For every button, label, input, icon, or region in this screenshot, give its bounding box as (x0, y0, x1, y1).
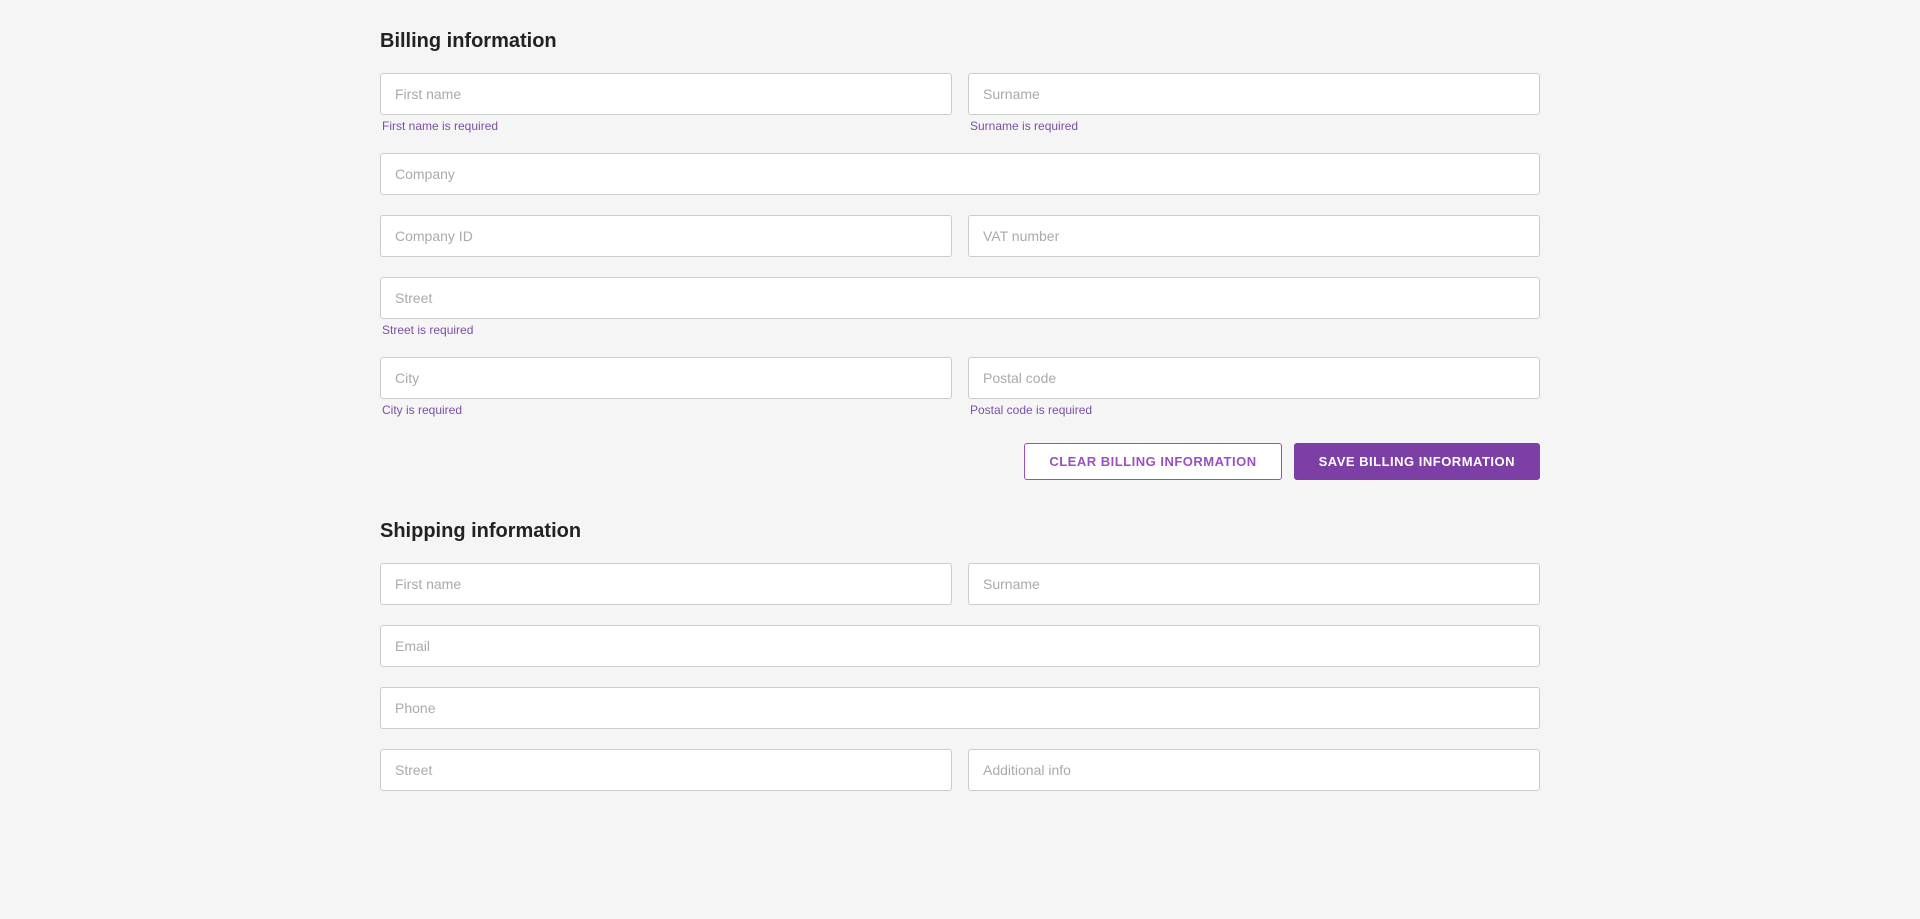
billing-city-error: City is required (380, 403, 952, 417)
billing-street-row: Street is required (380, 277, 1540, 353)
clear-billing-button[interactable]: CLEAR BILLING INFORMATION (1024, 443, 1281, 480)
billing-company-input[interactable] (380, 153, 1540, 195)
shipping-additionalinfo-group (968, 749, 1540, 791)
page-container: Billing information First name is requir… (360, 0, 1560, 877)
billing-street-error: Street is required (380, 323, 1540, 337)
billing-button-row: CLEAR BILLING INFORMATION SAVE BILLING I… (380, 443, 1540, 480)
billing-section-title: Billing information (380, 30, 1540, 53)
billing-vat-group (968, 215, 1540, 257)
shipping-surname-input[interactable] (968, 563, 1540, 605)
shipping-street-group (380, 749, 952, 791)
billing-name-row: First name is required Surname is requir… (380, 73, 1540, 149)
billing-companyid-input[interactable] (380, 215, 952, 257)
billing-surname-input[interactable] (968, 73, 1540, 115)
save-billing-button[interactable]: SAVE BILLING INFORMATION (1294, 443, 1540, 480)
billing-companyid-group (380, 215, 952, 257)
billing-postalcode-error: Postal code is required (968, 403, 1540, 417)
billing-firstname-error: First name is required (380, 119, 952, 133)
shipping-firstname-input[interactable] (380, 563, 952, 605)
billing-city-row: City is required Postal code is required (380, 357, 1540, 433)
shipping-street-input[interactable] (380, 749, 952, 791)
billing-city-group: City is required (380, 357, 952, 417)
billing-surname-error: Surname is required (968, 119, 1540, 133)
shipping-surname-group (968, 563, 1540, 605)
billing-firstname-input[interactable] (380, 73, 952, 115)
billing-companyid-row (380, 215, 1540, 273)
billing-city-input[interactable] (380, 357, 952, 399)
billing-section: Billing information First name is requir… (380, 30, 1540, 480)
shipping-section-title: Shipping information (380, 520, 1540, 543)
shipping-section: Shipping information (380, 520, 1540, 807)
shipping-street-row (380, 749, 1540, 807)
shipping-additionalinfo-input[interactable] (968, 749, 1540, 791)
shipping-name-row (380, 563, 1540, 621)
billing-vat-input[interactable] (968, 215, 1540, 257)
shipping-email-row (380, 625, 1540, 683)
billing-surname-group: Surname is required (968, 73, 1540, 133)
billing-firstname-group: First name is required (380, 73, 952, 133)
shipping-phone-group (380, 687, 1540, 729)
shipping-firstname-group (380, 563, 952, 605)
billing-postalcode-group: Postal code is required (968, 357, 1540, 417)
billing-company-row (380, 153, 1540, 211)
shipping-email-group (380, 625, 1540, 667)
billing-street-group: Street is required (380, 277, 1540, 337)
billing-company-group (380, 153, 1540, 195)
shipping-phone-row (380, 687, 1540, 745)
billing-postalcode-input[interactable] (968, 357, 1540, 399)
shipping-phone-input[interactable] (380, 687, 1540, 729)
billing-street-input[interactable] (380, 277, 1540, 319)
shipping-email-input[interactable] (380, 625, 1540, 667)
